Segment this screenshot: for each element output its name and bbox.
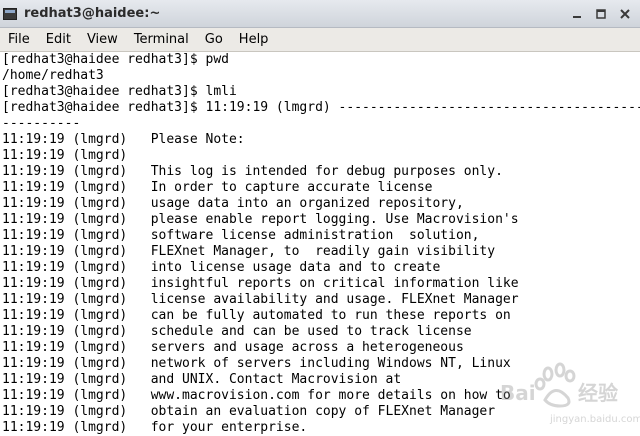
terminal-line: 11:19:19 (lmgrd) usage data into an orga… xyxy=(2,196,464,211)
menu-help[interactable]: Help xyxy=(231,29,277,51)
terminal-app-icon xyxy=(3,8,17,20)
close-icon[interactable] xyxy=(616,5,634,23)
baidu-jingyan-watermark: Bai 经验 jingyan.baidu.com xyxy=(490,360,640,430)
terminal-line: 11:19:19 (lmgrd) Please Note: xyxy=(2,132,245,147)
menu-file[interactable]: File xyxy=(0,29,38,51)
terminal-line: ---------- xyxy=(2,116,81,131)
terminal-line: 11:19:19 (lmgrd) FLEXnet Manager, to rea… xyxy=(2,244,496,259)
terminal-line: 11:19:19 (lmgrd) In order to capture acc… xyxy=(2,180,433,195)
window-controls xyxy=(568,5,640,25)
terminal-line: 11:19:19 (lmgrd) for your enterprise. xyxy=(2,420,308,435)
terminal-line: 11:19:19 (lmgrd) software license admini… xyxy=(2,228,480,243)
menubar: File Edit View Terminal Go Help xyxy=(0,28,640,52)
terminal-line: 11:19:19 (lmgrd) obtain an evaluation co… xyxy=(2,404,496,419)
terminal-line: 11:19:19 (lmgrd) please enable report lo… xyxy=(2,212,519,227)
terminal-line: 11:19:19 (lmgrd) schedule and can be use… xyxy=(2,324,472,339)
terminal-line: [redhat3@haidee redhat3]$ pwd xyxy=(2,52,229,67)
terminal-line: [redhat3@haidee redhat3]$ lmli xyxy=(2,84,237,99)
svg-text:Bai: Bai xyxy=(500,381,536,405)
terminal-line: 11:19:19 (lmgrd) xyxy=(2,148,128,163)
window-titlebar[interactable]: redhat3@haidee:~ xyxy=(0,0,640,28)
terminal-line: 11:19:19 (lmgrd) and UNIX. Contact Macro… xyxy=(2,372,402,387)
svg-text:经验: 经验 xyxy=(578,381,618,405)
maximize-icon[interactable] xyxy=(592,5,610,23)
terminal-line: 11:19:19 (lmgrd) network of servers incl… xyxy=(2,356,511,371)
terminal-line: 11:19:19 (lmgrd) can be fully automated … xyxy=(2,308,511,323)
terminal-line: 11:19:19 (lmgrd) insightful reports on c… xyxy=(2,276,519,291)
menu-view[interactable]: View xyxy=(79,29,126,51)
menu-terminal[interactable]: Terminal xyxy=(126,29,197,51)
terminal-line: /home/redhat3 xyxy=(2,68,104,83)
terminal-line: 11:19:19 (lmgrd) servers and usage acros… xyxy=(2,340,464,355)
menu-go[interactable]: Go xyxy=(197,29,231,51)
window-title: redhat3@haidee:~ xyxy=(24,6,161,21)
terminal-line: 11:19:19 (lmgrd) www.macrovision.com for… xyxy=(2,388,511,403)
menu-edit[interactable]: Edit xyxy=(38,29,79,51)
terminal-line: 11:19:19 (lmgrd) into license usage data… xyxy=(2,260,441,275)
terminal-line: [redhat3@haidee redhat3]$ 11:19:19 (lmgr… xyxy=(2,100,640,115)
svg-text:jingyan.baidu.com: jingyan.baidu.com xyxy=(549,414,640,425)
minimize-icon[interactable] xyxy=(568,5,586,23)
terminal-line: 11:19:19 (lmgrd) license availability an… xyxy=(2,292,519,307)
terminal-line: 11:19:19 (lmgrd) This log is intended fo… xyxy=(2,164,503,179)
